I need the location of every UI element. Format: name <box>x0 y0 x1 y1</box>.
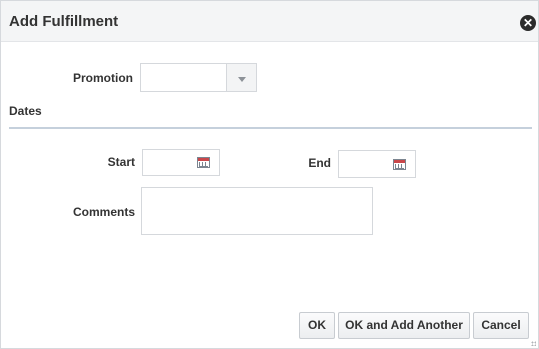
ok-button[interactable]: OK <box>299 312 335 339</box>
dialog-titlebar: Add Fulfillment ✕ <box>1 1 538 42</box>
dialog-title: Add Fulfillment <box>9 13 119 30</box>
add-fulfillment-dialog: Add Fulfillment ✕ Promotion Dates Start … <box>0 0 539 349</box>
resize-grip[interactable] <box>531 341 536 346</box>
calendar-icon[interactable] <box>393 159 406 170</box>
calendar-icon[interactable] <box>197 157 210 168</box>
start-label: Start <box>107 155 135 169</box>
chevron-down-icon[interactable] <box>226 64 256 91</box>
end-label: End <box>308 156 331 170</box>
close-icon[interactable]: ✕ <box>520 15 536 31</box>
comments-textarea[interactable] <box>141 187 373 235</box>
dates-section-title: Dates <box>9 104 42 118</box>
ok-and-add-another-button[interactable]: OK and Add Another <box>338 312 470 339</box>
promotion-label: Promotion <box>73 71 133 85</box>
end-date-input[interactable] <box>338 150 416 178</box>
promotion-select[interactable] <box>140 63 257 92</box>
comments-label: Comments <box>72 205 135 219</box>
section-divider <box>9 127 532 129</box>
cancel-button[interactable]: Cancel <box>473 312 529 339</box>
start-date-input[interactable] <box>142 149 220 176</box>
